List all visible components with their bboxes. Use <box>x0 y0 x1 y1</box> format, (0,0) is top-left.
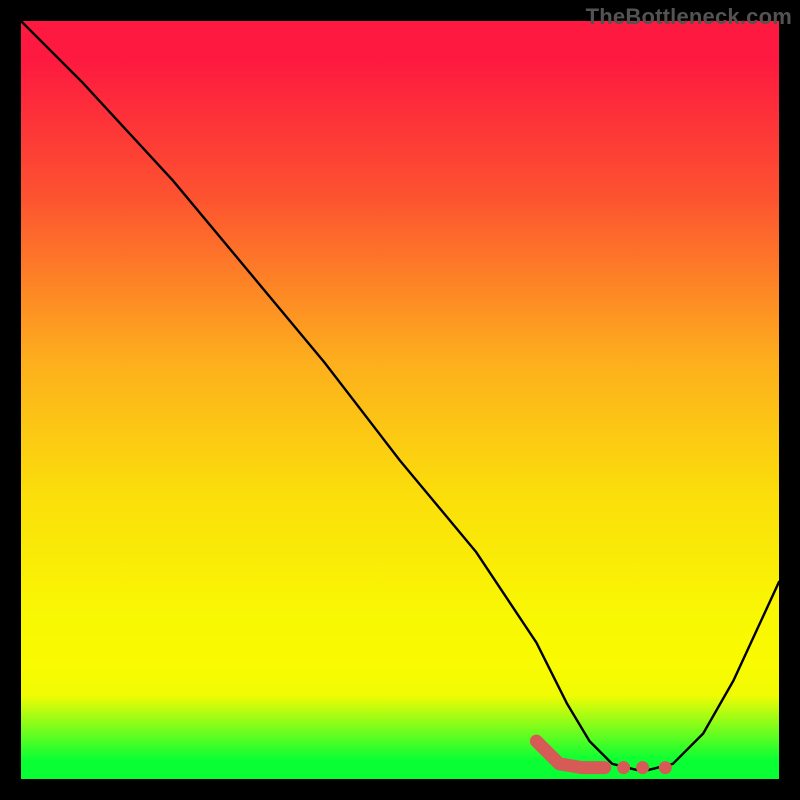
curve-line <box>21 21 779 771</box>
highlight-dot <box>659 761 672 774</box>
highlight-dot <box>636 761 649 774</box>
chart-svg <box>21 21 779 779</box>
chart-canvas: TheBottleneck.com <box>0 0 800 800</box>
watermark-text: TheBottleneck.com <box>586 4 792 30</box>
highlight-dots <box>617 761 672 774</box>
plot-area <box>21 21 779 779</box>
highlight-dot <box>617 761 630 774</box>
